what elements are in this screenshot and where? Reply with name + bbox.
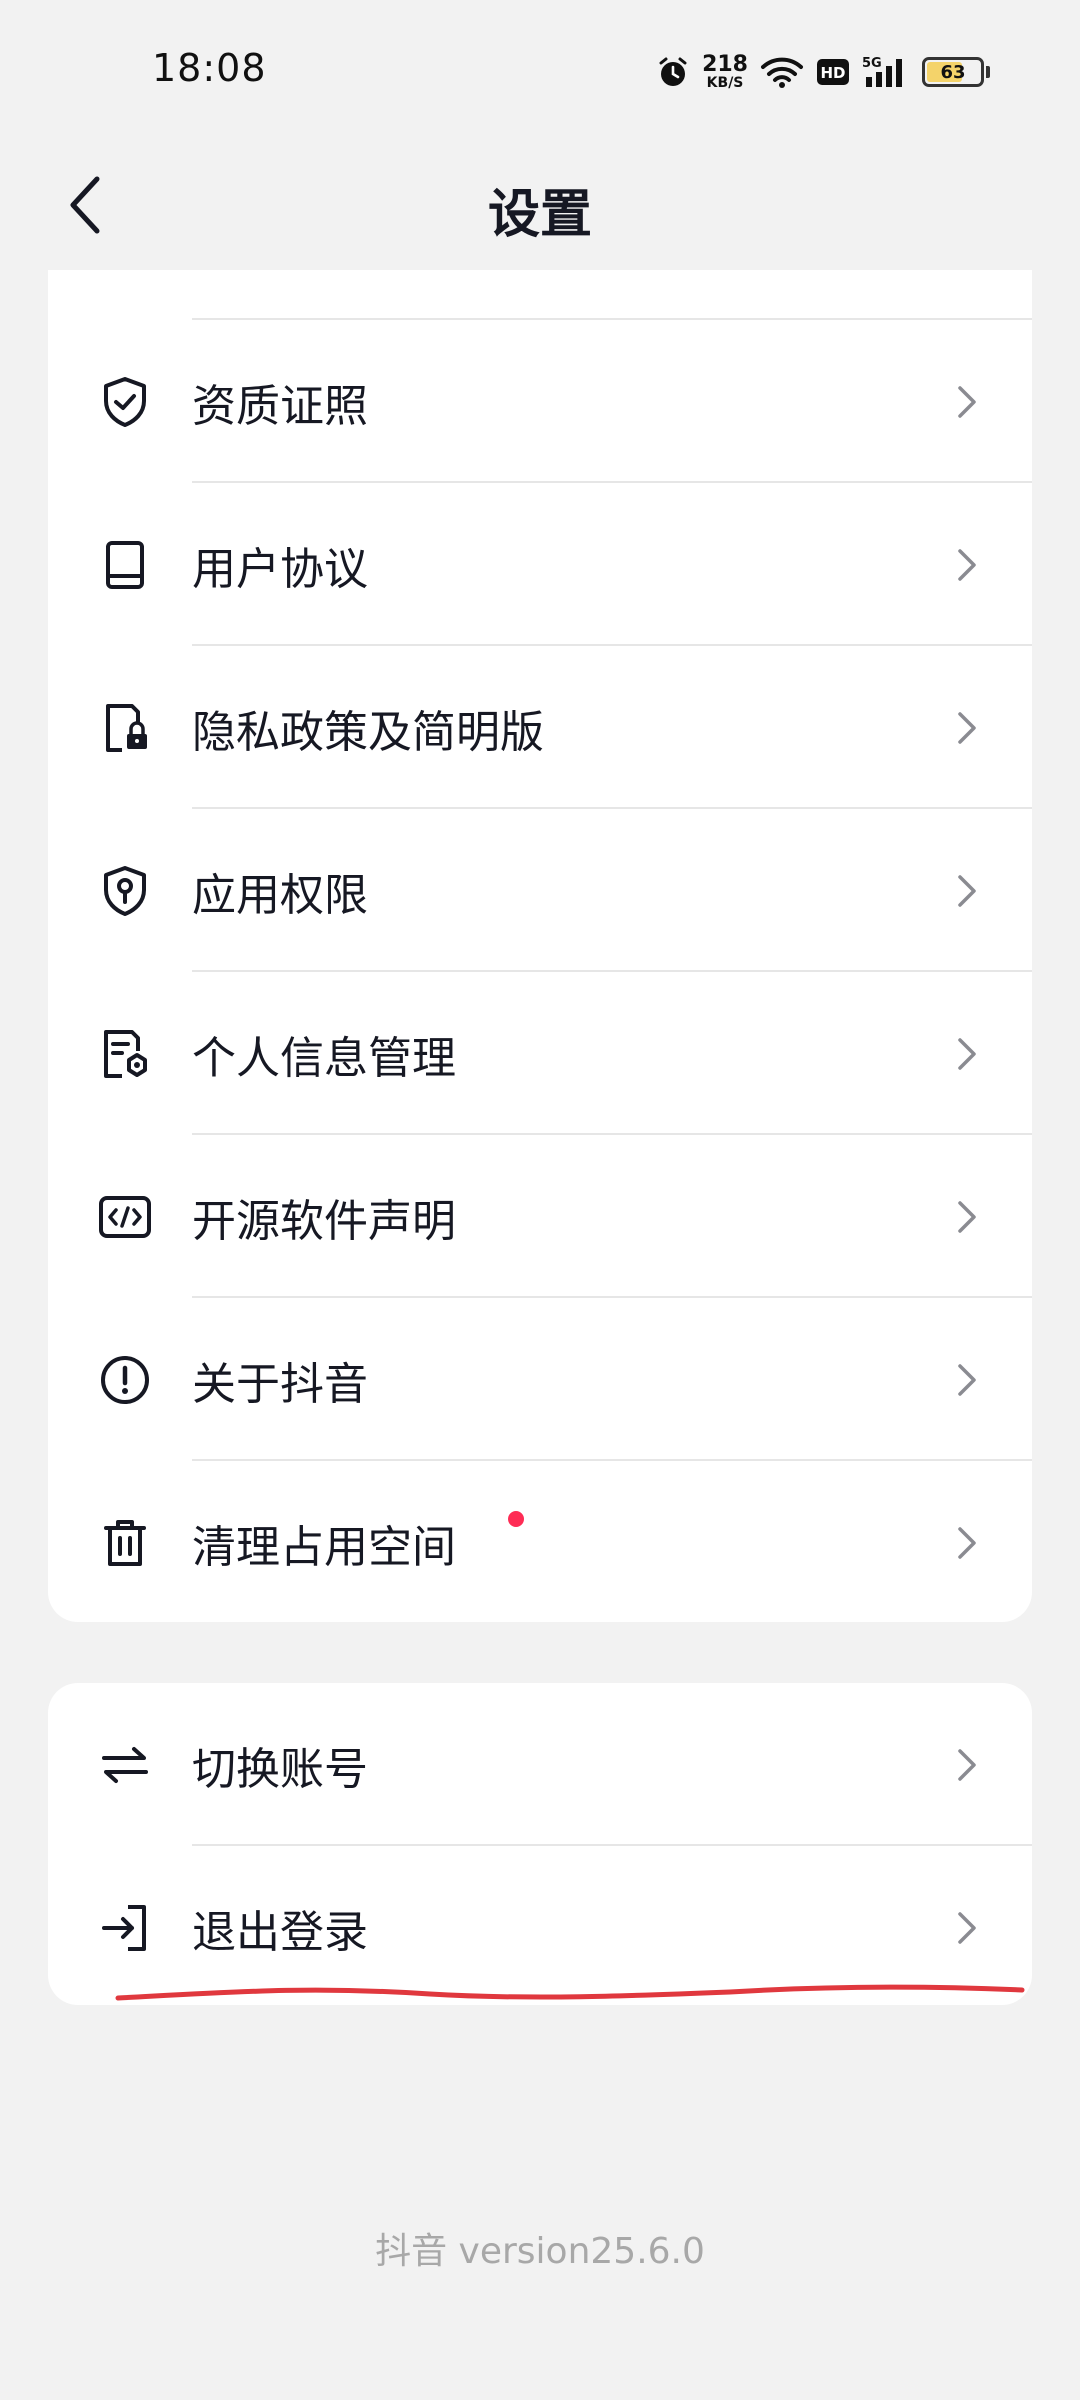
settings-list-card: 资质证照 用户协议 隐私政策及简明版 应用权限 个人信息管理 开源软件声明 关于… [48, 270, 1032, 1622]
chevron-right-icon [952, 382, 982, 422]
settings-item-open-source[interactable]: 开源软件声明 [48, 1135, 1032, 1298]
chevron-right-icon [952, 1908, 982, 1948]
chevron-right-icon [952, 1197, 982, 1237]
chevron-right-icon [952, 1360, 982, 1400]
document-lock-icon [98, 701, 152, 755]
alarm-icon [659, 57, 687, 86]
settings-item-qualifications[interactable]: 资质证照 [48, 320, 1032, 483]
status-time: 18:08 [152, 46, 267, 90]
chevron-right-icon [952, 1523, 982, 1563]
settings-item-about[interactable]: 关于抖音 [48, 1298, 1032, 1461]
trash-icon [98, 1516, 152, 1570]
settings-item-label: 应用权限 [192, 869, 368, 921]
document-gear-icon [98, 1027, 152, 1081]
code-icon [98, 1190, 152, 1244]
account-card: 切换账号 退出登录 [48, 1683, 1032, 2005]
logout-icon [98, 1901, 152, 1955]
version-text: 抖音 version25.6.0 [375, 2231, 705, 2272]
settings-item-privacy-policy[interactable]: 隐私政策及简明版 [48, 646, 1032, 809]
settings-item-label: 个人信息管理 [192, 1032, 456, 1084]
settings-item-clear-storage[interactable]: 清理占用空间 [48, 1461, 1032, 1624]
red-underline-annotation [115, 1984, 1025, 2001]
signal-label: 5G [862, 56, 882, 71]
hd-icon: HD [817, 59, 849, 85]
settings-item-label: 清理占用空间 [192, 1521, 456, 1573]
status-icons: 218 KB/S HD 5G 63 [656, 48, 990, 96]
battery-indicator: 63 [922, 57, 984, 87]
settings-item-user-agreement[interactable]: 用户协议 [48, 483, 1032, 646]
shield-key-icon [98, 864, 152, 918]
settings-item-personal-info[interactable]: 个人信息管理 [48, 972, 1032, 1135]
settings-item-switch-account[interactable]: 切换账号 [48, 1683, 1032, 1846]
status-bar: 18:08 218 KB/S HD 5G 63 [0, 0, 1080, 140]
settings-item-label: 关于抖音 [192, 1358, 368, 1410]
network-speed-value: 218 [702, 52, 748, 77]
battery-tip [986, 66, 990, 78]
settings-item-app-permissions[interactable]: 应用权限 [48, 809, 1032, 972]
settings-item-label: 隐私政策及简明版 [192, 706, 544, 758]
wifi-icon [761, 57, 803, 88]
navigation-bar: 设置 [0, 140, 1080, 270]
shield-check-icon [98, 375, 152, 429]
page-title: 设置 [487, 185, 592, 245]
battery-level: 63 [940, 61, 966, 83]
book-icon [98, 538, 152, 592]
chevron-right-icon [952, 708, 982, 748]
notification-dot [508, 1511, 524, 1527]
settings-item-label: 用户协议 [192, 543, 368, 595]
info-circle-icon [98, 1353, 152, 1407]
chevron-right-icon [952, 871, 982, 911]
settings-item-label: 退出登录 [192, 1906, 368, 1958]
chevron-right-icon [952, 1034, 982, 1074]
settings-screen: 18:08 218 KB/S HD 5G 63 设置 资质证照 用户协议 隐私政… [0, 0, 1080, 2400]
cellular-signal-icon: 5G [862, 56, 902, 87]
settings-item-label: 资质证照 [192, 380, 368, 432]
chevron-right-icon [952, 1745, 982, 1785]
settings-item-label: 开源软件声明 [192, 1195, 456, 1247]
switch-arrows-icon [98, 1738, 152, 1792]
hd-label: HD [820, 64, 845, 82]
chevron-right-icon [952, 545, 982, 585]
network-speed: 218 KB/S [702, 52, 748, 91]
network-speed-unit: KB/S [706, 75, 744, 91]
settings-item-label: 切换账号 [192, 1743, 368, 1795]
